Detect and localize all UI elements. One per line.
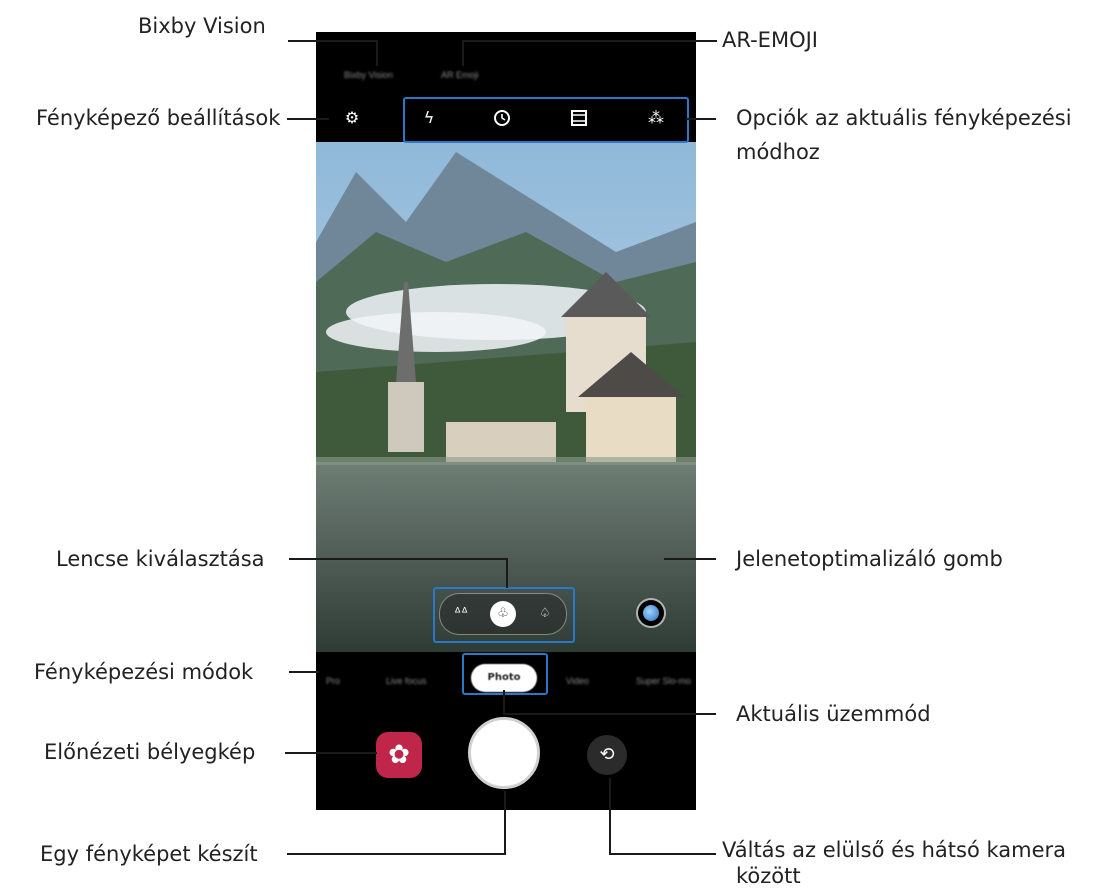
- leader-line: [285, 752, 377, 754]
- switch-camera-icon[interactable]: ⟲: [587, 735, 627, 775]
- mode-video[interactable]: Video: [566, 676, 589, 686]
- callout-switch-camera-line1: Váltás az elülső és hátsó kamera: [722, 838, 1067, 862]
- leader-line: [609, 853, 716, 855]
- leader-line: [609, 778, 611, 855]
- callout-current-mode: Aktuális üzemmód: [736, 702, 931, 726]
- leader-line: [287, 853, 506, 855]
- preview-thumbnail[interactable]: ✿: [376, 732, 422, 778]
- callout-take-photo: Egy fényképet készít: [40, 842, 258, 866]
- gear-icon[interactable]: ⚙: [342, 108, 362, 128]
- leader-line: [376, 40, 378, 66]
- callout-options-line2: módhoz: [736, 140, 820, 164]
- mode-pro[interactable]: Pro: [326, 676, 340, 686]
- leader-line: [287, 118, 329, 120]
- options-highlight: [403, 97, 689, 143]
- leader-line: [288, 40, 378, 42]
- callout-options-line1: Opciók az aktuális fényképezési: [736, 106, 1072, 130]
- callout-bixby-vision: Bixby Vision: [138, 14, 266, 38]
- callout-shooting-modes: Fényképezési módok: [34, 660, 254, 684]
- callout-switch-camera-line2: között: [736, 864, 801, 888]
- leader-line: [462, 40, 717, 42]
- ar-emoji-tab[interactable]: AR Emoji: [441, 70, 479, 80]
- callout-preview-thumbnail: Előnézeti bélyegkép: [44, 740, 256, 764]
- leader-line: [504, 791, 506, 855]
- callout-ar-emoji: AR-EMOJI: [722, 28, 818, 52]
- leader-line: [503, 713, 716, 715]
- callout-camera-settings: Fényképező beállítások: [36, 106, 281, 130]
- flower-icon: ✿: [388, 740, 410, 770]
- leader-line: [664, 558, 716, 560]
- bixby-vision-tab[interactable]: Bixby Vision: [344, 70, 393, 80]
- leader-line: [289, 671, 319, 673]
- callout-lens-selection: Lencse kiválasztása: [56, 547, 265, 571]
- leader-line: [506, 558, 508, 588]
- scene-optimizer-button[interactable]: [636, 598, 666, 628]
- leader-line: [503, 690, 505, 714]
- leader-line: [462, 40, 464, 66]
- leader-line: [686, 118, 716, 120]
- mode-super-slow-mo[interactable]: Super Slo-mo: [636, 676, 691, 686]
- current-mode-highlight: [462, 653, 548, 695]
- callout-scene-optimizer: Jelenetoptimalizáló gomb: [736, 547, 1003, 571]
- shutter-button[interactable]: [468, 717, 540, 789]
- lens-highlight: [433, 587, 575, 643]
- leader-line: [289, 558, 507, 560]
- mode-live-focus[interactable]: Live focus: [386, 676, 427, 686]
